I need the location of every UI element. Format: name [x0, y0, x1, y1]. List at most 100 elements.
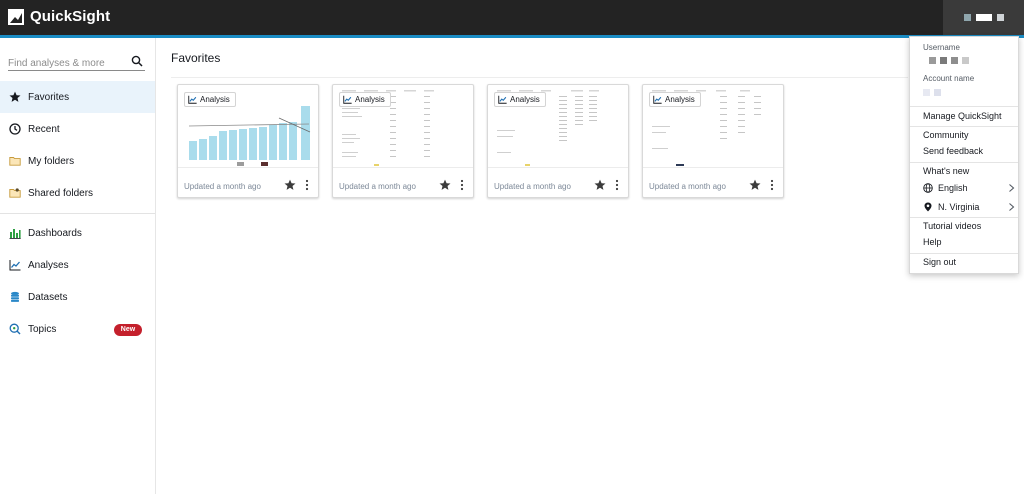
line-chart-icon	[188, 95, 197, 104]
sidebar-item-my-folders[interactable]: My folders	[0, 145, 155, 177]
topics-icon	[9, 323, 21, 335]
menu-item-tutorial-videos[interactable]: Tutorial videos	[923, 221, 981, 231]
card-thumbnail[interactable]: Analysis	[179, 86, 317, 166]
line-chart-icon	[343, 95, 352, 104]
location-pin-icon	[924, 202, 932, 212]
menu-divider	[910, 106, 1018, 107]
sidebar-item-topics[interactable]: Topics New	[0, 313, 155, 345]
sidebar-item-label: Analyses	[28, 259, 69, 271]
menu-item-help[interactable]: Help	[923, 237, 942, 247]
card-updated-text: Updated a month ago	[184, 182, 261, 191]
more-options-icon[interactable]	[769, 179, 775, 191]
sidebar-item-label: My folders	[28, 155, 75, 167]
masked-text	[975, 14, 992, 21]
menu-divider	[910, 162, 1018, 163]
analysis-card[interactable]: Analysis Updated a month ago	[642, 84, 784, 198]
analysis-type-tag: Analysis	[649, 92, 701, 107]
more-options-icon[interactable]	[459, 179, 465, 191]
menu-item-community[interactable]: Community	[923, 130, 969, 140]
sidebar-item-label: Recent	[28, 123, 60, 135]
analysis-type-tag: Analysis	[339, 92, 391, 107]
search-input[interactable]	[8, 55, 126, 72]
chevron-right-icon	[1009, 203, 1015, 211]
star-icon	[9, 91, 21, 102]
language-label: English	[938, 183, 968, 193]
menu-item-send-feedback[interactable]: Send feedback	[923, 146, 983, 156]
favorite-star-icon[interactable]	[284, 179, 296, 191]
analysis-type-label: Analysis	[200, 95, 230, 104]
account-menu-button[interactable]	[943, 0, 1024, 35]
menu-item-manage-quicksight[interactable]: Manage QuickSight	[923, 111, 1002, 121]
page-title: Favorites	[171, 51, 221, 65]
sidebar-item-label: Shared folders	[28, 187, 94, 199]
menu-item-sign-out[interactable]: Sign out	[923, 257, 956, 267]
sidebar-item-dashboards[interactable]: Dashboards	[0, 217, 155, 249]
menu-divider	[910, 126, 1018, 127]
analysis-card[interactable]: Analysis Updated a month ago	[177, 84, 319, 198]
menu-item-region[interactable]: N. Virginia	[923, 200, 1015, 214]
app-name: QuickSight	[30, 8, 111, 25]
account-name-value-masked	[923, 89, 941, 96]
region-label: N. Virginia	[938, 202, 980, 212]
masked-text	[963, 14, 971, 21]
account-dropdown-menu: Username Account name Manage QuickSight …	[909, 36, 1019, 274]
globe-icon	[923, 183, 933, 193]
more-options-icon[interactable]	[304, 179, 310, 191]
card-footer: Updated a month ago	[643, 167, 783, 197]
analysis-type-tag: Analysis	[494, 92, 546, 107]
search-icon[interactable]	[131, 55, 143, 67]
line-chart-icon	[653, 95, 662, 104]
sidebar-item-analyses[interactable]: Analyses	[0, 249, 155, 281]
analysis-type-label: Analysis	[665, 95, 695, 104]
sidebar-item-datasets[interactable]: Datasets	[0, 281, 155, 313]
card-footer: Updated a month ago	[178, 167, 318, 197]
favorite-star-icon[interactable]	[749, 179, 761, 191]
analysis-type-label: Analysis	[510, 95, 540, 104]
card-footer: Updated a month ago	[488, 167, 628, 197]
analysis-card[interactable]: Analysis Updated a month ago	[487, 84, 629, 198]
dashboard-icon	[9, 229, 21, 239]
new-badge: New	[114, 324, 142, 336]
card-updated-text: Updated a month ago	[339, 182, 416, 191]
clock-icon	[9, 123, 21, 135]
favorite-star-icon[interactable]	[439, 179, 451, 191]
card-thumbnail[interactable]: Analysis	[644, 86, 782, 166]
menu-item-whats-new[interactable]: What's new	[923, 166, 969, 176]
analysis-card[interactable]: Analysis Updated a month ago	[332, 84, 474, 198]
sidebar-item-label: Dashboards	[28, 227, 82, 239]
sidebar-item-favorites[interactable]: Favorites	[0, 81, 155, 113]
chevron-right-icon	[1009, 184, 1015, 192]
top-navigation-bar: QuickSight	[0, 0, 1024, 35]
sidebar: Favorites Recent My folders Shared folde…	[0, 38, 156, 494]
menu-item-language[interactable]: English	[923, 181, 1015, 195]
brand[interactable]: QuickSight	[8, 8, 110, 25]
account-name-label: Account name	[923, 74, 975, 83]
card-footer: Updated a month ago	[333, 167, 473, 197]
sidebar-item-label: Favorites	[28, 91, 70, 103]
masked-text	[996, 14, 1004, 21]
username-value-masked	[923, 57, 969, 64]
analysis-type-label: Analysis	[355, 95, 385, 104]
sidebar-divider	[0, 213, 155, 214]
sidebar-item-shared-folders[interactable]: Shared folders	[0, 177, 155, 209]
more-options-icon[interactable]	[614, 179, 620, 191]
sidebar-item-label: Datasets	[28, 291, 68, 303]
analysis-type-tag: Analysis	[184, 92, 236, 107]
sidebar-item-recent[interactable]: Recent	[0, 113, 155, 145]
line-chart-icon	[9, 260, 21, 271]
card-updated-text: Updated a month ago	[649, 182, 726, 191]
card-thumbnail[interactable]: Analysis	[334, 86, 472, 166]
search-box	[8, 53, 145, 72]
quicksight-logo-icon	[8, 8, 24, 25]
menu-divider	[910, 217, 1018, 218]
database-icon	[11, 291, 19, 302]
title-divider	[171, 77, 908, 78]
card-updated-text: Updated a month ago	[494, 182, 571, 191]
line-chart-icon	[498, 95, 507, 104]
menu-divider	[910, 253, 1018, 254]
favorite-star-icon[interactable]	[594, 179, 606, 191]
folder-icon	[9, 157, 21, 166]
sidebar-item-label: Topics	[28, 323, 57, 335]
username-label: Username	[923, 43, 960, 52]
card-thumbnail[interactable]: Analysis	[489, 86, 627, 166]
